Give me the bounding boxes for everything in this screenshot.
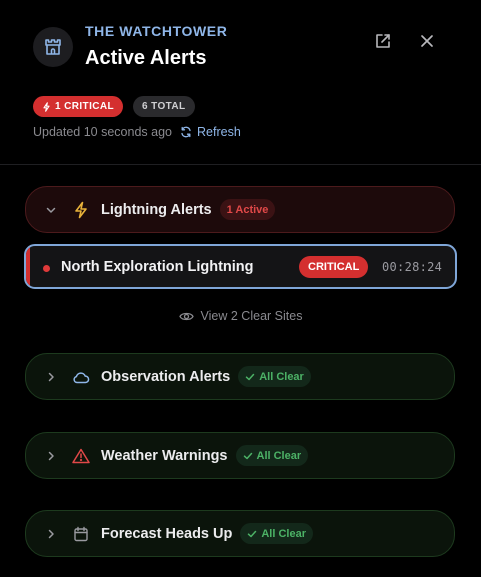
severity-badge: CRITICAL [299, 256, 369, 278]
chevron-right-icon [44, 370, 58, 384]
section-label: Forecast Heads Up [101, 525, 233, 542]
refresh-icon [181, 126, 191, 138]
all-clear-label: All Clear [259, 370, 304, 383]
all-clear-badge: All Clear [238, 366, 311, 387]
eye-icon [178, 312, 194, 320]
all-clear-label: All Clear [256, 449, 302, 462]
chevron-right-icon [44, 527, 58, 541]
page-title: Active Alerts [85, 47, 207, 69]
section-label: Lightning Alerts [101, 201, 212, 218]
chevron-right-icon [44, 449, 58, 463]
warning-triangle-icon [72, 447, 90, 465]
cloud-icon [72, 368, 90, 386]
section-lightning-alerts[interactable]: Lightning Alerts 1 Active [25, 186, 455, 233]
view-clear-sites-button[interactable]: View 2 Clear Sites [0, 309, 481, 323]
check-icon [248, 530, 257, 537]
summary-badges: 1 CRITICAL 6 TOTAL [33, 96, 195, 117]
check-icon [245, 373, 255, 380]
check-icon [243, 452, 252, 459]
all-clear-badge: All Clear [235, 445, 309, 466]
alert-row-north-exploration-lightning[interactable]: North Exploration Lightning CRITICAL 00:… [24, 244, 457, 289]
section-forecast-heads-up[interactable]: Forecast Heads Up All Clear [25, 510, 455, 557]
active-count-badge: 1 Active [219, 199, 276, 220]
view-clear-sites-label: View 2 Clear Sites [200, 309, 303, 323]
severity-accent-bar [26, 246, 30, 287]
updated-text: Updated 10 seconds ago [33, 125, 172, 139]
chevron-down-icon [44, 203, 58, 217]
lightning-icon [43, 101, 50, 112]
refresh-label: Refresh [197, 125, 241, 139]
panel-header: THE WATCHTOWER Active Alerts 1 CRITICAL … [0, 0, 481, 165]
refresh-button[interactable]: Refresh [180, 125, 241, 139]
alert-name: North Exploration Lightning [61, 259, 254, 275]
external-link-icon[interactable] [371, 29, 395, 53]
lightning-icon [72, 201, 90, 219]
total-count-badge: 6 TOTAL [133, 96, 195, 117]
section-label: Weather Warnings [101, 447, 228, 464]
calendar-icon [72, 525, 90, 543]
close-icon[interactable] [415, 29, 439, 53]
all-clear-label: All Clear [261, 527, 306, 540]
castle-icon [33, 27, 73, 67]
section-label: Observation Alerts [101, 368, 231, 385]
all-clear-badge: All Clear [240, 523, 313, 544]
last-updated: Updated 10 seconds ago Refresh [33, 125, 241, 139]
status-dot [43, 265, 50, 272]
critical-count-label: 1 CRITICAL [55, 101, 114, 112]
section-observation-alerts[interactable]: Observation Alerts All Clear [25, 353, 455, 400]
critical-count-badge: 1 CRITICAL [33, 96, 123, 117]
alert-timer: 00:28:24 [382, 260, 443, 274]
brand-name: THE WATCHTOWER [85, 23, 228, 39]
section-weather-warnings[interactable]: Weather Warnings All Clear [25, 432, 455, 479]
